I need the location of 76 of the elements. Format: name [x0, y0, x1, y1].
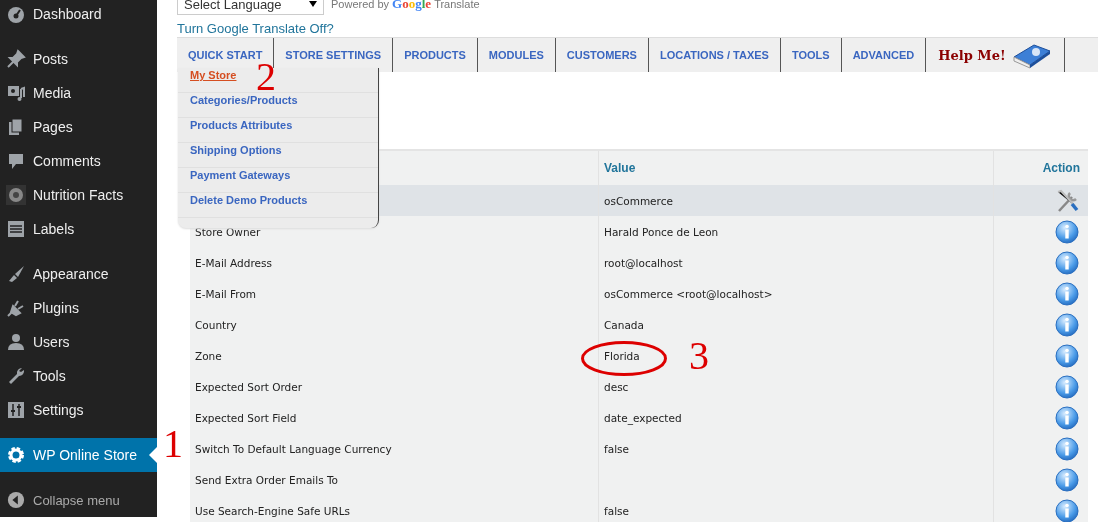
sidebar-item[interactable]: Posts	[0, 42, 157, 76]
setting-title: Expected Sort Field	[195, 411, 297, 424]
setting-value: desc	[604, 380, 629, 393]
paintbrush-icon	[6, 264, 26, 284]
plug-icon	[6, 298, 26, 318]
label-icon	[6, 219, 26, 239]
sidebar-item[interactable]: Settings	[0, 393, 157, 427]
info-icon[interactable]	[1055, 374, 1079, 399]
powered-by-label: Powered by	[331, 0, 390, 10]
setting-title: Expected Sort Order	[195, 380, 303, 393]
translate-label: Translate	[434, 0, 480, 10]
sidebar-item[interactable]: Labels	[0, 212, 157, 246]
setting-value: root@localhost	[604, 256, 683, 269]
setting-value: false	[604, 442, 629, 455]
info-icon[interactable]	[1055, 405, 1079, 430]
info-icon[interactable]	[1055, 436, 1079, 461]
sidebar-item[interactable]: Plugins	[0, 291, 157, 325]
setting-value: osCommerce	[604, 194, 673, 207]
info-icon[interactable]	[1055, 343, 1079, 368]
nav-tab[interactable]: MODULES	[477, 38, 556, 72]
user-icon	[6, 332, 26, 352]
translate-off-link[interactable]: Turn Google Translate Off?	[177, 21, 334, 37]
sidebar-item[interactable]: WP Online Store	[0, 438, 157, 472]
sidebar-item[interactable]: Nutrition Facts	[0, 178, 157, 212]
badge-icon	[6, 185, 26, 205]
setting-value: Florida	[604, 349, 640, 362]
annotation-number: 3	[689, 336, 709, 376]
menu-item[interactable]: Delete Demo Products	[190, 193, 308, 207]
setting-title: Use Search-Engine Safe URLs	[195, 504, 351, 517]
nav-tab[interactable]: CUSTOMERS	[555, 38, 649, 72]
setting-title: Zone	[195, 349, 222, 362]
info-icon[interactable]	[1055, 498, 1079, 522]
nav-tab[interactable]: PRODUCTS	[393, 38, 478, 72]
setting-title: Send Extra Order Emails To	[195, 473, 338, 486]
sidebar-item[interactable]: Users	[0, 325, 157, 359]
annotation-number: 1	[163, 424, 183, 464]
pushpin-icon	[6, 49, 26, 69]
nav-tab[interactable]: ADVANCED	[841, 38, 927, 72]
setting-value: date_expected	[604, 411, 682, 424]
sidebar-item[interactable]: Media	[0, 76, 157, 110]
setting-value: Harald Ponce de Leon	[604, 225, 719, 238]
sidebar-item[interactable]: Comments	[0, 144, 157, 178]
info-icon[interactable]	[1055, 250, 1079, 275]
sidebar-item[interactable]: Pages	[0, 110, 157, 144]
edit-tools-icon[interactable]	[1055, 188, 1079, 213]
speech-bubble-icon	[6, 151, 26, 171]
nav-tab[interactable]: LOCATIONS / TAXES	[648, 38, 781, 72]
sliders-icon	[6, 400, 26, 420]
info-icon[interactable]	[1055, 219, 1079, 244]
menu-item[interactable]: Categories/Products	[190, 93, 298, 107]
setting-value: false	[604, 504, 629, 517]
info-icon[interactable]	[1055, 312, 1079, 337]
nav-tab[interactable]: Help Me!	[926, 38, 1065, 72]
setting-value: Canada	[604, 318, 644, 331]
sidebar-item[interactable]: Appearance	[0, 257, 157, 291]
setting-title: Store Owner	[195, 225, 261, 238]
gauge-icon	[6, 4, 26, 24]
dropdown-caret-icon	[309, 0, 317, 8]
nav-tab[interactable]: TOOLS	[780, 38, 842, 72]
menu-item[interactable]: Products Attributes	[190, 118, 293, 132]
setting-title: Country	[195, 318, 237, 331]
setting-title: Switch To Default Language Currency	[195, 442, 392, 455]
collapse-menu-button[interactable]: Collapse menu	[0, 483, 157, 517]
menu-item[interactable]: Payment Gateways	[190, 168, 291, 182]
sidebar-item[interactable]: Tools	[0, 359, 157, 393]
menu-item[interactable]: Shipping Options	[190, 143, 282, 157]
book-icon	[1011, 41, 1052, 69]
setting-value: osCommerce <root@localhost>	[604, 287, 773, 300]
gear-icon	[6, 445, 26, 465]
setting-title: E-Mail Address	[195, 256, 272, 269]
info-icon[interactable]	[1055, 281, 1079, 306]
sidebar-item[interactable]: Dashboard	[0, 0, 157, 31]
language-select[interactable]: Select Language	[177, 0, 324, 15]
setting-title: E-Mail From	[195, 287, 257, 300]
media-icon	[6, 83, 26, 103]
info-icon[interactable]	[1055, 467, 1079, 492]
